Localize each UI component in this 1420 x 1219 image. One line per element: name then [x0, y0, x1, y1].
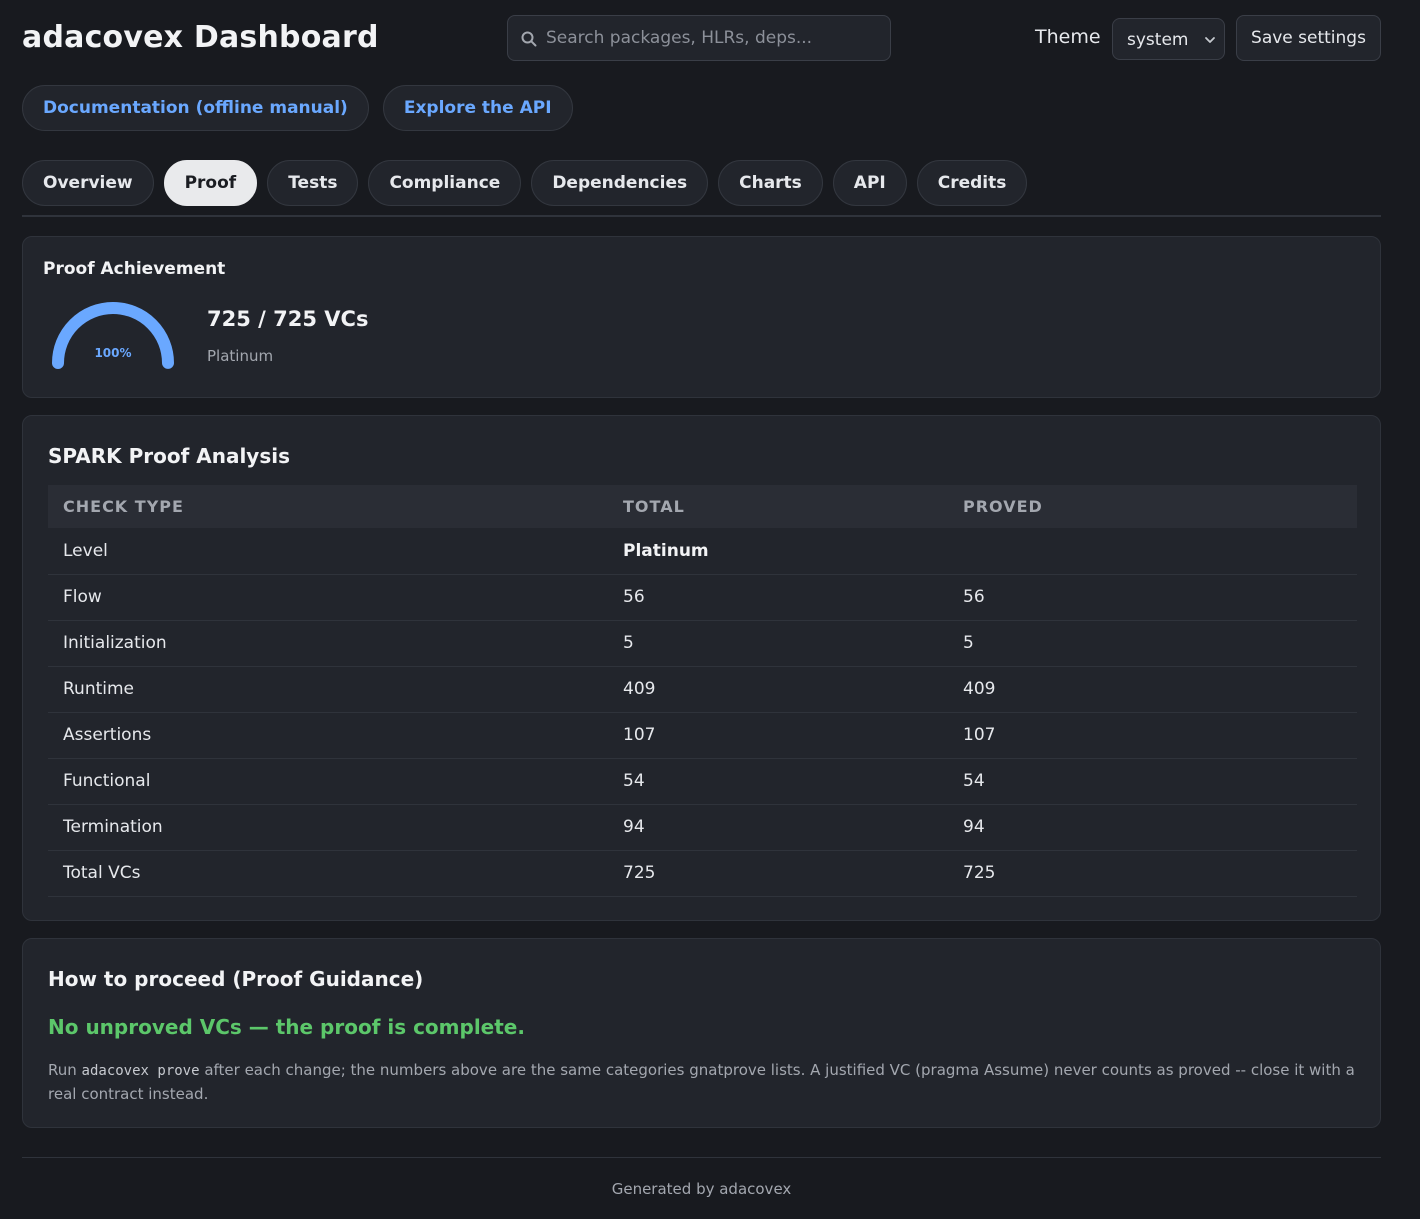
guidance-note-suffix: after each change; the numbers above are…: [48, 1061, 1355, 1103]
achievement-level: Platinum: [207, 347, 274, 365]
total-cell: 409: [608, 666, 948, 713]
guidance-note: Run adacovex prove after each change; th…: [48, 1059, 1358, 1106]
check-type-cell: Total VCs: [48, 850, 608, 897]
table-row: Level Platinum: [48, 528, 1357, 575]
search-box[interactable]: [507, 15, 891, 61]
tab-dependencies[interactable]: Dependencies: [531, 160, 709, 206]
guidance-title: How to proceed (Proof Guidance): [48, 967, 424, 991]
table-row: Functional 54 54: [48, 758, 1357, 805]
total-cell: 54: [608, 758, 948, 805]
analysis-title: SPARK Proof Analysis: [48, 444, 291, 468]
table-row: Assertions 107 107: [48, 712, 1357, 759]
table-row: Flow 56 56: [48, 574, 1357, 621]
check-type-cell: Termination: [48, 804, 608, 851]
tab-overview[interactable]: Overview: [22, 160, 154, 206]
tab-proof[interactable]: Proof: [163, 160, 258, 206]
check-type-cell: Assertions: [48, 712, 608, 759]
table-header-row: CHECK TYPE TOTAL PROVED: [48, 485, 1357, 528]
proved-cell: 5: [948, 620, 1357, 667]
proof-achievement-card: Proof Achievement 100% 725 / 725 VCs Pla…: [22, 236, 1381, 398]
chevron-down-icon: [1205, 37, 1215, 43]
theme-select[interactable]: system: [1112, 18, 1225, 60]
check-type-cell: Functional: [48, 758, 608, 805]
app-title: adacovex Dashboard: [22, 20, 379, 55]
theme-select-value: system: [1127, 30, 1189, 50]
proof-table: CHECK TYPE TOTAL PROVED Level Platinum F…: [48, 485, 1357, 897]
total-cell: 94: [608, 804, 948, 851]
gauge-percent: 100%: [94, 346, 132, 360]
spark-proof-analysis-card: SPARK Proof Analysis CHECK TYPE TOTAL PR…: [22, 415, 1381, 921]
table-row: Termination 94 94: [48, 804, 1357, 851]
total-cell: 725: [608, 850, 948, 897]
tab-api[interactable]: API: [832, 160, 907, 206]
guidance-note-prefix: Run: [48, 1061, 82, 1079]
tab-bar: Overview Proof Tests Compliance Dependen…: [22, 160, 1028, 206]
proof-guidance-card: How to proceed (Proof Guidance) No unpro…: [22, 938, 1381, 1128]
tab-credits[interactable]: Credits: [916, 160, 1028, 206]
check-type-cell: Runtime: [48, 666, 608, 713]
total-cell: 5: [608, 620, 948, 667]
level-value-cell: Platinum: [608, 528, 948, 575]
proved-cell: 409: [948, 666, 1357, 713]
check-type-cell: Initialization: [48, 620, 608, 667]
documentation-link[interactable]: Documentation (offline manual): [22, 85, 369, 131]
achievement-title: Proof Achievement: [43, 259, 226, 279]
proved-cell: 54: [948, 758, 1357, 805]
tab-compliance[interactable]: Compliance: [368, 160, 522, 206]
table-row: Total VCs 725 725: [48, 850, 1357, 897]
total-cell: 56: [608, 574, 948, 621]
top-bar: adacovex Dashboard Theme system Save set…: [22, 14, 1381, 62]
quick-links: Documentation (offline manual) Explore t…: [22, 85, 573, 131]
proved-cell: 94: [948, 804, 1357, 851]
empty-cell: [948, 528, 1357, 575]
vc-count: 725 / 725 VCs: [207, 307, 369, 331]
footer-divider: [22, 1157, 1381, 1158]
proved-cell: 56: [948, 574, 1357, 621]
footer-text: Generated by adacovex: [611, 1180, 792, 1198]
column-header: CHECK TYPE: [63, 497, 184, 516]
check-type-cell: Level: [48, 528, 608, 575]
tabs-divider: [22, 215, 1381, 217]
guidance-status: No unproved VCs — the proof is complete.: [48, 1015, 525, 1039]
tab-tests[interactable]: Tests: [267, 160, 359, 206]
proved-cell: 725: [948, 850, 1357, 897]
total-cell: 107: [608, 712, 948, 759]
search-icon: [521, 31, 537, 47]
tab-charts[interactable]: Charts: [718, 160, 823, 206]
search-input[interactable]: [546, 16, 886, 60]
check-type-cell: Flow: [48, 574, 608, 621]
table-row: Initialization 5 5: [48, 620, 1357, 667]
guidance-command: adacovex prove: [81, 1063, 200, 1079]
proved-cell: 107: [948, 712, 1357, 759]
table-row: Runtime 409 409: [48, 666, 1357, 713]
explore-api-link[interactable]: Explore the API: [382, 85, 573, 131]
theme-label: Theme: [1035, 26, 1101, 48]
column-header: PROVED: [963, 497, 1043, 516]
column-header: TOTAL: [623, 497, 685, 516]
save-settings-button[interactable]: Save settings: [1236, 15, 1381, 61]
proof-gauge: [52, 302, 174, 369]
